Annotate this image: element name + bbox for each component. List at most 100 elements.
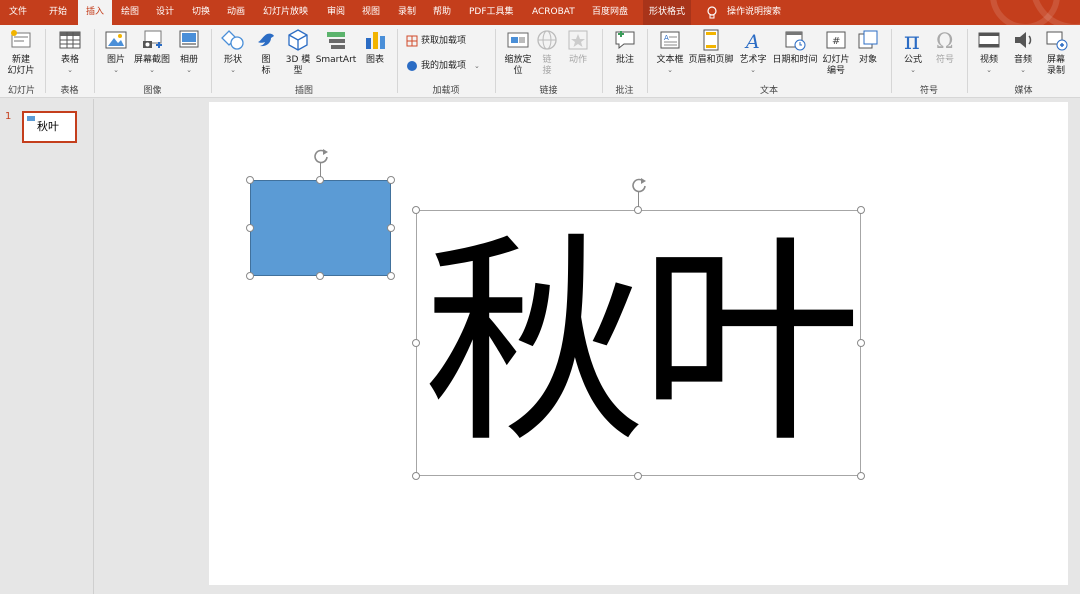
thumbnail-rectangle (27, 116, 35, 121)
link-button[interactable]: 链 接 (534, 28, 560, 77)
slide-number-button[interactable]: # 幻灯片 编号 (819, 28, 853, 77)
slide-number: 1 (5, 111, 12, 122)
screen-recording-button[interactable]: 屏幕 录制 (1041, 28, 1071, 77)
tab-slideshow[interactable]: 幻灯片放映 (263, 0, 308, 25)
resize-handle[interactable] (387, 224, 395, 232)
tab-draw[interactable]: 绘图 (121, 0, 139, 25)
tab-transitions[interactable]: 切换 (192, 0, 210, 25)
group-illustrations: 形状 ⌄ 图 标 3D 模 型 SmartArt 图表 插图 (213, 25, 395, 98)
wordart-button[interactable]: A 艺术字 ⌄ (737, 28, 769, 74)
slide-thumbnail[interactable]: 秋叶 (22, 111, 77, 143)
group-media: 视频 ⌄ 音频 ⌄ 屏幕 录制 媒体 (969, 25, 1078, 98)
date-time-button[interactable]: 日期和时间 (770, 28, 820, 66)
slide-canvas[interactable]: 秋叶 (209, 102, 1068, 585)
wordart-icon: A (744, 31, 760, 52)
rotate-handle-icon[interactable] (629, 175, 649, 195)
tab-baidu-netdisk[interactable]: 百度网盘 (592, 0, 628, 25)
group-images: 图片 ⌄ 屏幕截图 ⌄ 相册 ⌄ 图像 (96, 25, 209, 98)
tab-home[interactable]: 开始 (49, 0, 67, 25)
resize-handle[interactable] (412, 339, 420, 347)
resize-handle[interactable] (316, 272, 324, 280)
tab-animations[interactable]: 动画 (227, 0, 245, 25)
chevron-down-icon: ⌄ (910, 66, 916, 74)
tab-insert[interactable]: 插入 (78, 0, 113, 25)
resize-handle[interactable] (634, 472, 642, 480)
shapes-button[interactable]: 形状 ⌄ (218, 28, 248, 74)
ribbon: 新建 幻灯片 幻灯片 表格 ⌄ 表格 图片 ⌄ 屏幕截图 ⌄ 相册 ⌄ 图像 形… (0, 25, 1080, 98)
new-slide-button[interactable]: 新建 幻灯片 (3, 28, 39, 77)
store-icon (406, 35, 418, 46)
rotate-handle-icon[interactable] (311, 146, 331, 166)
get-addins-button[interactable]: 获取加载项 (406, 34, 466, 48)
svg-text:A: A (744, 31, 760, 52)
audio-button[interactable]: 音频 ⌄ (1008, 28, 1038, 74)
smartart-button[interactable]: SmartArt (314, 28, 358, 66)
resize-handle[interactable] (246, 176, 254, 184)
object-icon (858, 30, 878, 49)
divider (211, 29, 212, 93)
equation-button[interactable]: π 公式 ⌄ (898, 28, 928, 74)
tab-review[interactable]: 审阅 (327, 0, 345, 25)
svg-text:π: π (904, 28, 920, 52)
text-box-icon: A (660, 31, 680, 49)
video-button[interactable]: 视频 ⌄ (974, 28, 1004, 74)
resize-handle[interactable] (857, 472, 865, 480)
picture-button[interactable]: 图片 ⌄ (101, 28, 131, 74)
group-label-images: 图像 (143, 86, 162, 96)
title-text[interactable]: 秋叶 (417, 211, 862, 477)
blue-rectangle-shape[interactable] (250, 180, 391, 276)
chevron-down-icon: ⌄ (186, 66, 192, 74)
svg-text:#: # (832, 36, 840, 47)
resize-handle[interactable] (412, 472, 420, 480)
tab-help[interactable]: 帮助 (433, 0, 451, 25)
photo-album-button[interactable]: 相册 ⌄ (174, 28, 204, 74)
chevron-down-icon: ⌄ (67, 66, 73, 74)
tell-me-search[interactable]: 操作说明搜索 (706, 0, 781, 25)
resize-handle[interactable] (246, 224, 254, 232)
divider (602, 29, 603, 93)
header-footer-button[interactable]: 页眉和页脚 (687, 28, 735, 66)
resize-handle[interactable] (387, 176, 395, 184)
resize-handle[interactable] (634, 206, 642, 214)
screenshot-button[interactable]: 屏幕截图 ⌄ (132, 28, 172, 74)
resize-handle[interactable] (246, 272, 254, 280)
text-box-button[interactable]: A 文本框 ⌄ (654, 28, 686, 74)
screen-record-icon (1046, 31, 1068, 51)
tab-pdf-tools[interactable]: PDF工具集 (469, 0, 514, 25)
icons-button[interactable]: 图 标 (251, 28, 281, 77)
resize-handle[interactable] (316, 176, 324, 184)
svg-text:A: A (664, 34, 669, 42)
resize-handle[interactable] (412, 206, 420, 214)
my-addins-button[interactable]: 我的加载项 ⌄ (406, 59, 480, 73)
group-text: A 文本框 ⌄ 页眉和页脚 A 艺术字 ⌄ 日期和时间 # 幻灯片 编号 对象 … (649, 25, 889, 98)
chart-button[interactable]: 图表 (361, 28, 389, 66)
3d-model-button[interactable]: 3D 模 型 (283, 28, 313, 77)
group-label-tables: 表格 (60, 86, 79, 96)
new-comment-button[interactable]: 批注 (610, 28, 640, 66)
symbol-button[interactable]: Ω 符号 (931, 28, 959, 66)
resize-handle[interactable] (857, 339, 865, 347)
text-box[interactable]: 秋叶 (416, 210, 862, 477)
object-button[interactable]: 对象 (854, 28, 882, 66)
action-button[interactable]: 动作 (564, 28, 592, 66)
tab-record[interactable]: 录制 (398, 0, 416, 25)
tab-view[interactable]: 视图 (362, 0, 380, 25)
zoom-button[interactable]: 缩放定 位 (500, 28, 536, 77)
tab-file[interactable]: 文件 (9, 0, 27, 25)
ribbon-tab-bar: 文件 开始 插入 绘图 设计 切换 动画 幻灯片放映 审阅 视图 录制 帮助 P… (0, 0, 1080, 25)
tab-shape-format[interactable]: 形状格式 (643, 0, 692, 25)
star-icon (568, 30, 588, 50)
resize-handle[interactable] (857, 206, 865, 214)
cube-icon (288, 29, 308, 51)
group-tables: 表格 ⌄ 表格 (47, 25, 92, 98)
chevron-down-icon: ⌄ (986, 66, 992, 74)
bird-icon (258, 33, 274, 47)
tab-acrobat[interactable]: ACROBAT (532, 0, 575, 25)
tab-design[interactable]: 设计 (156, 0, 174, 25)
group-label-addins: 加载项 (432, 86, 460, 96)
group-label-illustrations: 插图 (294, 86, 313, 96)
resize-handle[interactable] (387, 272, 395, 280)
divider (45, 29, 46, 93)
group-links: 缩放定 位 链 接 动作 链接 (497, 25, 600, 98)
table-button[interactable]: 表格 ⌄ (55, 28, 85, 74)
